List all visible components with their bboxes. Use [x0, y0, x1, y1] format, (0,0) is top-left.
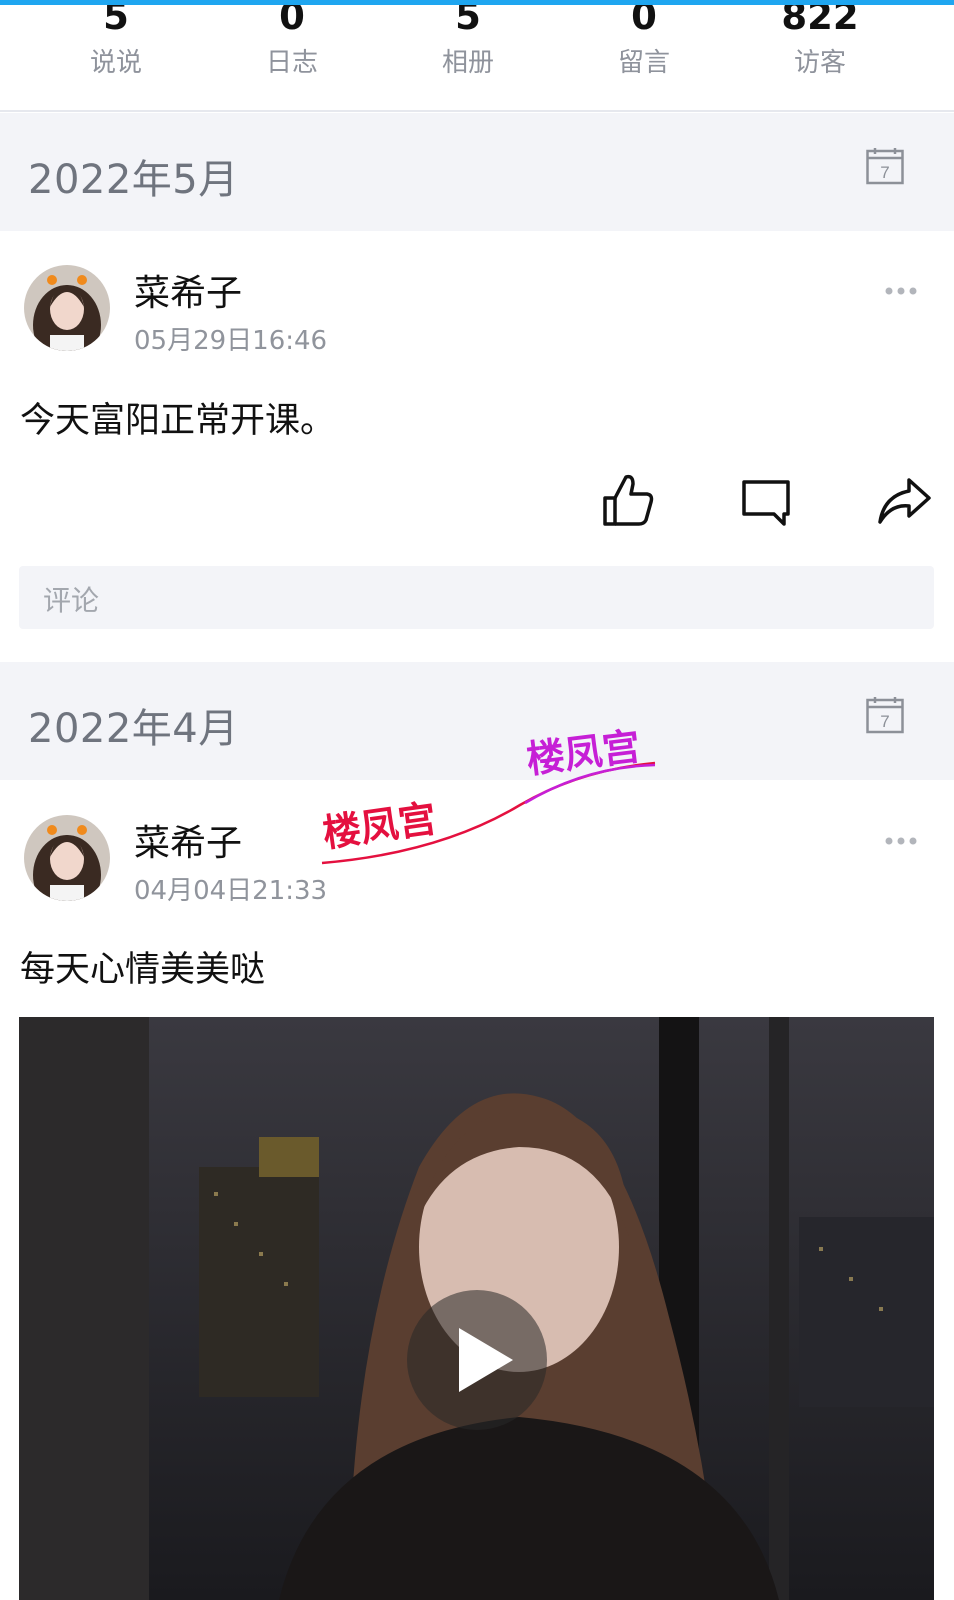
month-title: 2022年4月 — [28, 706, 239, 752]
calendar-day: 7 — [880, 163, 889, 182]
avatar[interactable] — [24, 265, 110, 351]
stat-count: 0 — [631, 0, 657, 38]
comment-icon[interactable] — [738, 474, 794, 530]
post-time: 05月29日16:46 — [134, 326, 328, 356]
stat-shuoshuo[interactable]: 5 说说 — [51, 0, 181, 79]
more-icon[interactable] — [884, 836, 918, 846]
play-icon — [459, 1328, 513, 1392]
post-text: 今天富阳正常开课。 — [20, 401, 336, 441]
stat-count: 822 — [781, 0, 859, 38]
calendar-icon[interactable]: 7 — [866, 147, 904, 185]
stat-count: 5 — [103, 0, 129, 38]
stat-label: 日志 — [265, 48, 318, 78]
post-username[interactable]: 菜希子 — [134, 264, 242, 316]
stat-fangke[interactable]: 822 访客 — [755, 0, 885, 79]
post-text: 每天心情美美哒 — [20, 950, 266, 990]
month-title: 2022年5月 — [28, 157, 239, 203]
stat-label: 留言 — [617, 48, 670, 78]
stat-label: 相册 — [441, 48, 494, 78]
post-username[interactable]: 菜希子 — [134, 814, 242, 866]
calendar-day: 7 — [880, 712, 889, 731]
comment-placeholder: 评论 — [43, 584, 100, 617]
stat-label: 访客 — [793, 48, 846, 78]
top-accent-line — [0, 0, 954, 5]
stat-liuyan[interactable]: 0 留言 — [579, 0, 709, 79]
avatar[interactable] — [24, 815, 110, 901]
share-icon[interactable] — [876, 474, 932, 530]
stat-xiangce[interactable]: 5 相册 — [403, 0, 533, 79]
post-time: 04月04日21:33 — [134, 876, 328, 906]
stat-count: 5 — [455, 0, 481, 38]
play-button[interactable] — [407, 1290, 547, 1430]
more-icon[interactable] — [884, 286, 918, 296]
comment-input[interactable]: 评论 — [19, 566, 934, 629]
stat-rizhi[interactable]: 0 日志 — [227, 0, 357, 79]
calendar-icon[interactable]: 7 — [866, 696, 904, 734]
month-header-may: 2022年5月 7 — [0, 113, 954, 231]
like-icon[interactable] — [600, 472, 656, 528]
stat-label: 说说 — [89, 48, 142, 78]
stat-count: 0 — [279, 0, 305, 38]
stats-bar: 5 说说 0 日志 5 相册 0 留言 822 访客 — [0, 0, 954, 112]
